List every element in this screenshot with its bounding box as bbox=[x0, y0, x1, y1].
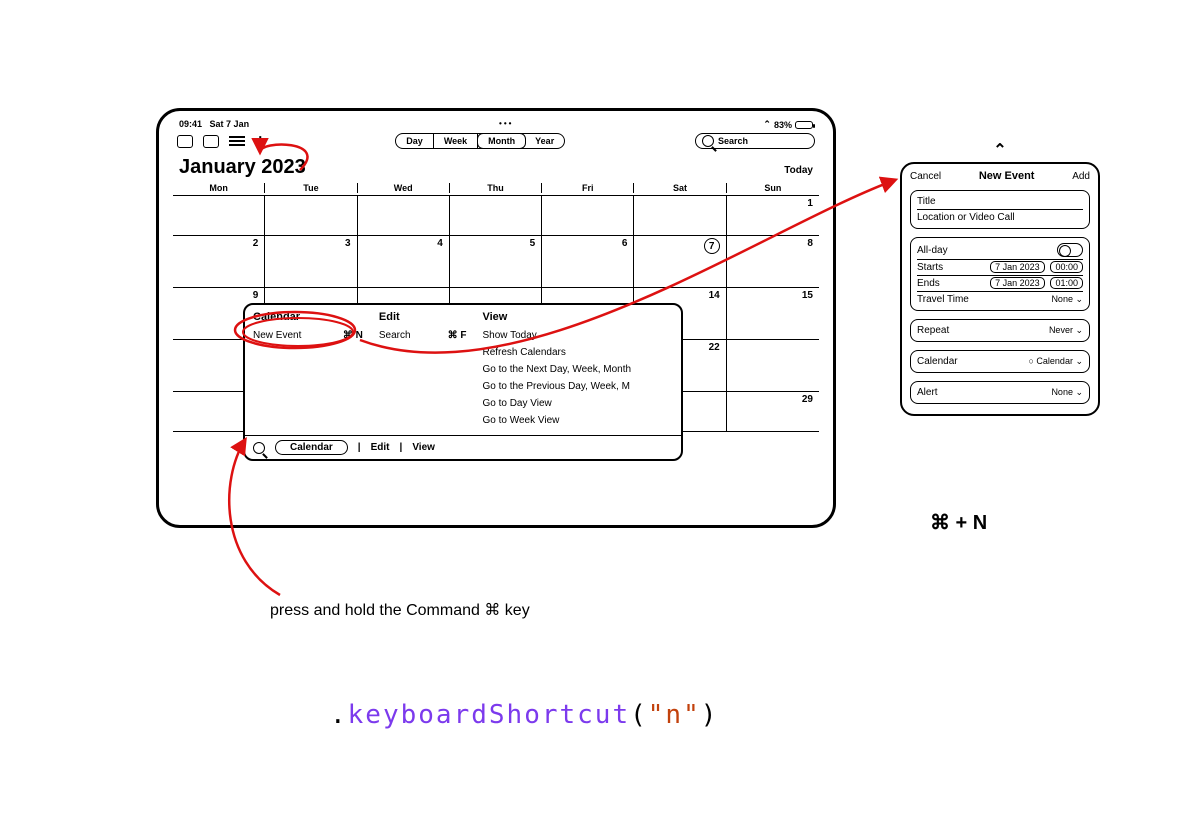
wifi-icon: ⌃ bbox=[763, 119, 771, 130]
day-tue: Tue bbox=[265, 183, 357, 193]
ends-time[interactable]: 01:00 bbox=[1050, 277, 1083, 289]
hud-new-event-key: ⌘ N bbox=[326, 327, 371, 344]
hud-col-view: View bbox=[474, 311, 681, 327]
week-row: 2 3 4 5 6 7 8 bbox=[173, 236, 819, 288]
ends-label: Ends bbox=[917, 278, 940, 289]
status-date: Sat 7 Jan bbox=[210, 119, 250, 129]
day-thu: Thu bbox=[450, 183, 542, 193]
alert-value[interactable]: None ⌄ bbox=[1051, 387, 1083, 398]
hud-new-event[interactable]: New Event bbox=[245, 327, 326, 344]
starts-time[interactable]: 00:00 bbox=[1050, 261, 1083, 273]
hud-show-today[interactable]: Show Today bbox=[474, 327, 681, 344]
hud-col-calendar: Calendar bbox=[245, 311, 371, 327]
week-row: 1 bbox=[173, 196, 819, 236]
hud-tab-view[interactable]: View bbox=[412, 442, 435, 453]
status-bar: 09:41 Sat 7 Jan ••• ⌃ 83% bbox=[173, 119, 819, 130]
day-cell[interactable] bbox=[173, 196, 265, 236]
toolbar: + Day Week Month Year Search bbox=[173, 132, 819, 150]
ends-date[interactable]: 7 Jan 2023 bbox=[990, 277, 1045, 289]
status-time: 09:41 bbox=[179, 119, 202, 129]
all-day-toggle[interactable] bbox=[1057, 243, 1083, 257]
hud-search-icon[interactable] bbox=[253, 442, 265, 454]
caption-shortcut: ⌘ + N bbox=[930, 510, 987, 535]
seg-day[interactable]: Day bbox=[396, 134, 434, 148]
travel-value[interactable]: None ⌄ bbox=[1051, 294, 1083, 305]
all-day-label: All-day bbox=[917, 245, 948, 256]
hud-tab-calendar[interactable]: Calendar bbox=[275, 440, 348, 455]
day-cell[interactable]: 8 bbox=[727, 236, 819, 288]
starts-label: Starts bbox=[917, 262, 943, 273]
seg-month[interactable]: Month bbox=[477, 133, 526, 149]
day-cell[interactable] bbox=[265, 196, 357, 236]
day-names: Mon Tue Wed Thu Fri Sat Sun bbox=[173, 183, 819, 196]
calendar-value[interactable]: ○ Calendar ⌄ bbox=[1028, 356, 1083, 367]
calendar-label: Calendar bbox=[917, 356, 958, 367]
day-cell[interactable]: 6 bbox=[542, 236, 634, 288]
seg-year[interactable]: Year bbox=[525, 134, 564, 148]
cancel-button[interactable]: Cancel bbox=[910, 171, 941, 182]
day-cell[interactable] bbox=[634, 196, 726, 236]
day-fri: Fri bbox=[542, 183, 634, 193]
code-snippet: .keyboardShortcut("n") bbox=[330, 700, 718, 730]
popover-pointer-icon: ⌃ bbox=[900, 140, 1100, 160]
day-mon: Mon bbox=[173, 183, 265, 193]
caption-hold-cmd: press and hold the Command ⌘ key bbox=[270, 600, 530, 620]
search-icon bbox=[702, 135, 714, 147]
hud-goto-next[interactable]: Go to the Next Day, Week, Month bbox=[474, 361, 681, 378]
day-cell[interactable]: 15 bbox=[727, 288, 819, 340]
inbox-icon[interactable] bbox=[203, 135, 219, 148]
day-cell[interactable]: 4 bbox=[358, 236, 450, 288]
day-cell[interactable]: 3 bbox=[265, 236, 357, 288]
hud-goto-week[interactable]: Go to Week View bbox=[474, 412, 681, 429]
repeat-label: Repeat bbox=[917, 325, 949, 336]
add-event-button[interactable]: + bbox=[255, 132, 266, 150]
search-field[interactable]: Search bbox=[695, 133, 815, 149]
today-button[interactable]: Today bbox=[784, 165, 813, 176]
battery-icon bbox=[795, 121, 813, 129]
location-field[interactable]: Location or Video Call bbox=[917, 212, 1015, 223]
day-cell[interactable] bbox=[542, 196, 634, 236]
alert-label: Alert bbox=[917, 387, 938, 398]
day-cell[interactable]: 29 bbox=[727, 392, 819, 432]
multitask-dots[interactable]: ••• bbox=[499, 119, 513, 130]
day-sun: Sun bbox=[727, 183, 819, 193]
day-cell[interactable]: 2 bbox=[173, 236, 265, 288]
month-title: January 2023 bbox=[179, 156, 306, 179]
hud-search[interactable]: Search bbox=[371, 327, 431, 344]
hud-search-key: ⌘ F bbox=[431, 327, 475, 344]
hud-goto-prev[interactable]: Go to the Previous Day, Week, M bbox=[474, 378, 681, 395]
seg-week[interactable]: Week bbox=[434, 134, 478, 148]
day-sat: Sat bbox=[634, 183, 726, 193]
search-placeholder: Search bbox=[718, 136, 748, 146]
add-button[interactable]: Add bbox=[1072, 171, 1090, 182]
status-right: ⌃ 83% bbox=[763, 119, 813, 130]
day-cell[interactable] bbox=[727, 340, 819, 392]
battery-pct: 83% bbox=[774, 120, 792, 130]
shortcut-hud: Calendar Edit View New Event ⌘ N Search … bbox=[243, 303, 683, 461]
hud-tabbar: Calendar | Edit | View bbox=[245, 435, 681, 459]
day-cell[interactable]: 5 bbox=[450, 236, 542, 288]
travel-label: Travel Time bbox=[917, 294, 969, 305]
new-event-popover: ⌃ Cancel New Event Add Title Location or… bbox=[900, 140, 1100, 416]
hud-col-edit: Edit bbox=[371, 311, 475, 327]
view-segmented[interactable]: Day Week Month Year bbox=[395, 133, 565, 149]
calendars-icon[interactable] bbox=[177, 135, 193, 148]
title-field[interactable]: Title bbox=[917, 196, 936, 207]
repeat-value[interactable]: Never ⌄ bbox=[1049, 325, 1083, 336]
day-cell[interactable]: 1 bbox=[727, 196, 819, 236]
hud-goto-day[interactable]: Go to Day View bbox=[474, 395, 681, 412]
hud-tab-edit[interactable]: Edit bbox=[371, 442, 390, 453]
day-cell[interactable] bbox=[450, 196, 542, 236]
day-wed: Wed bbox=[358, 183, 450, 193]
day-cell[interactable] bbox=[358, 196, 450, 236]
hud-refresh[interactable]: Refresh Calendars bbox=[474, 344, 681, 361]
list-icon[interactable] bbox=[229, 135, 245, 148]
sheet-title: New Event bbox=[979, 170, 1035, 182]
day-cell-today[interactable]: 7 bbox=[634, 236, 726, 288]
starts-date[interactable]: 7 Jan 2023 bbox=[990, 261, 1045, 273]
ipad-frame: 09:41 Sat 7 Jan ••• ⌃ 83% + Day Week Mon… bbox=[156, 108, 836, 528]
